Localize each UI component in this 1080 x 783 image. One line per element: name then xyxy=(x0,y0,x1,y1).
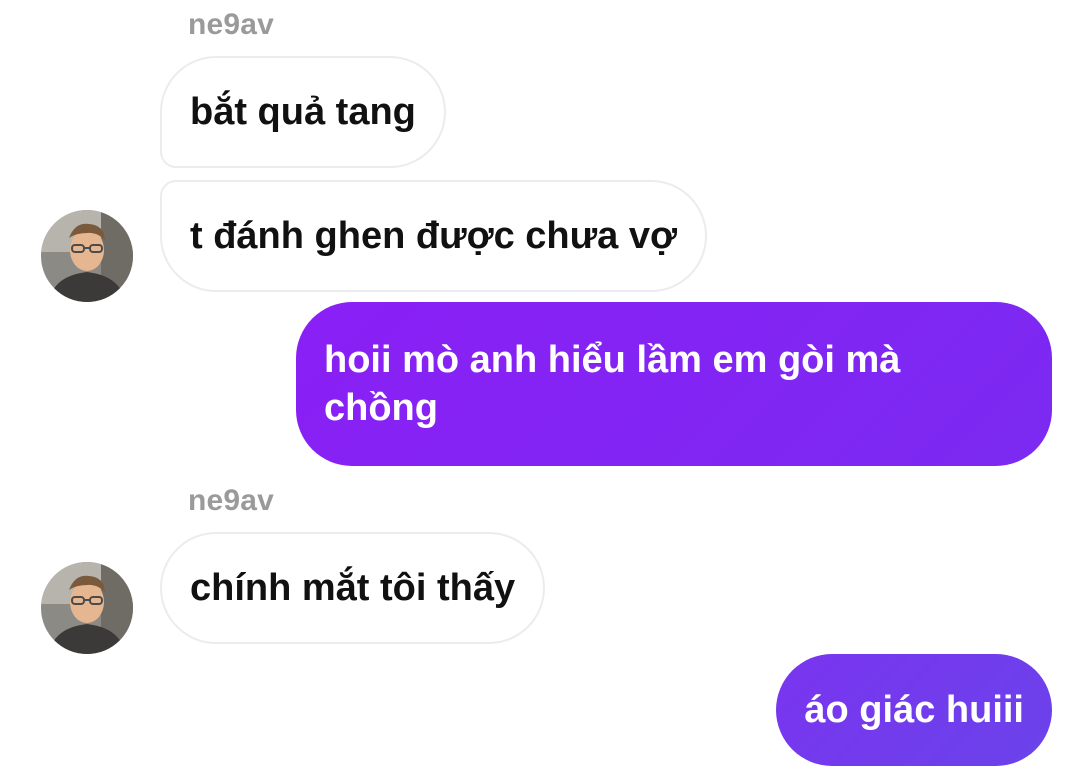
message-text: áo giác huiii xyxy=(804,689,1024,731)
sender-name: ne9av xyxy=(188,8,275,41)
incoming-message[interactable]: t đánh ghen được chưa vợ xyxy=(160,180,708,292)
incoming-message[interactable]: bắt quả tang xyxy=(160,56,446,168)
avatar-icon xyxy=(41,210,133,302)
sender-name: ne9av xyxy=(188,484,275,517)
incoming-message[interactable]: chính mắt tôi thấy xyxy=(160,532,546,644)
avatar-icon xyxy=(41,562,133,654)
avatar[interactable] xyxy=(41,210,133,302)
outgoing-message[interactable]: áo giác huiii xyxy=(776,654,1052,766)
message-text: bắt quả tang xyxy=(190,91,416,133)
message-text: chính mắt tôi thấy xyxy=(190,567,516,609)
outgoing-message[interactable]: hoii mò anh hiểu lầm em gòi mà chồng xyxy=(296,302,1052,466)
message-text: t đánh ghen được chưa vợ xyxy=(190,215,678,257)
avatar[interactable] xyxy=(41,562,133,654)
message-text: hoii mò anh hiểu lầm em gòi mà chồng xyxy=(324,339,901,429)
